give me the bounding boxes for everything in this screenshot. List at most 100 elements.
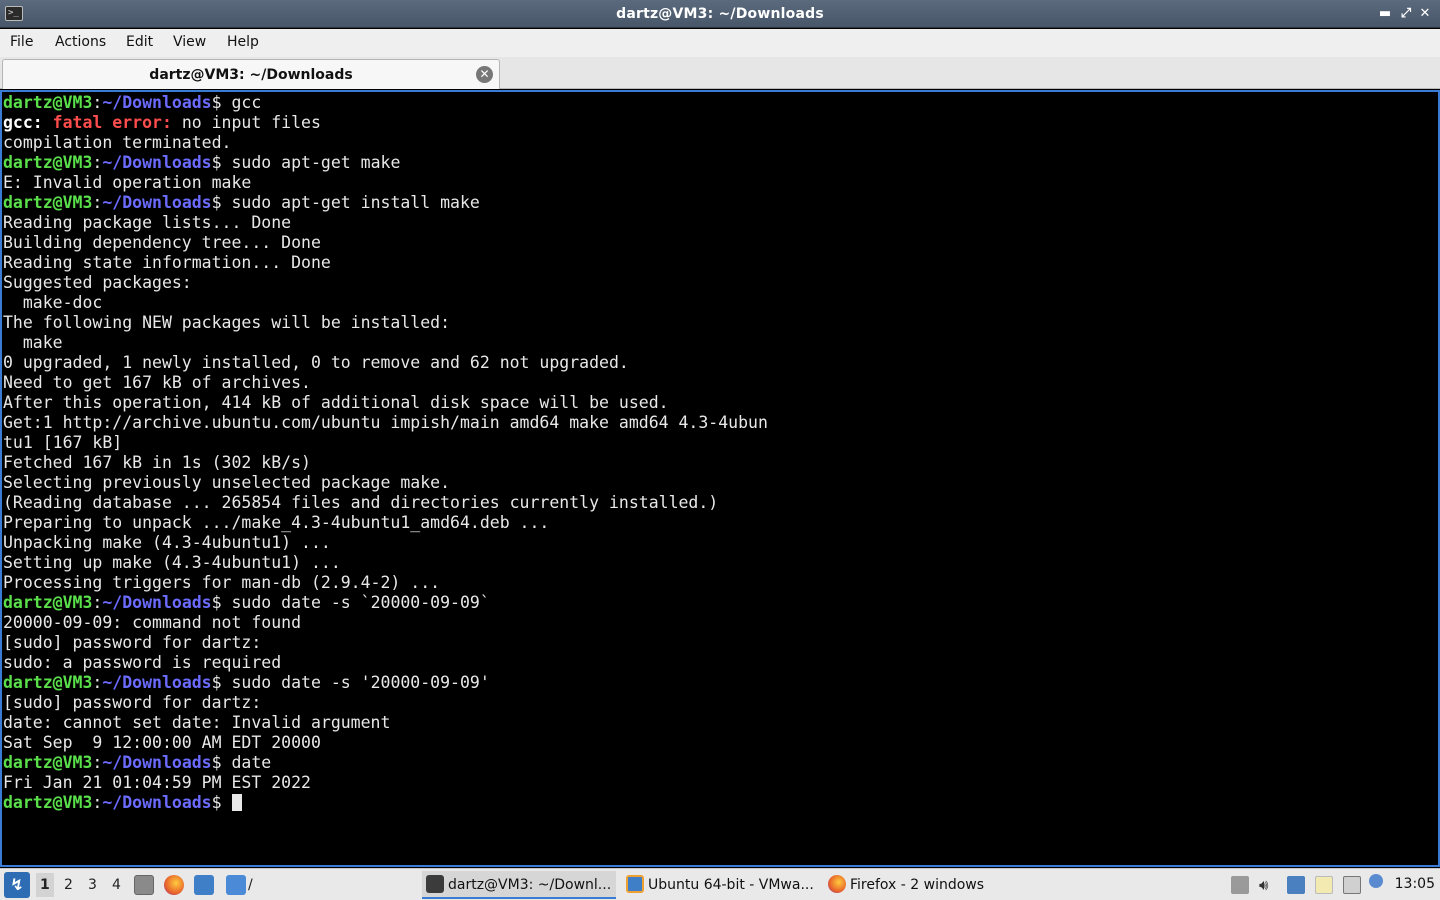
terminal-line: make-doc	[3, 293, 103, 312]
prompt-colon: :	[92, 793, 103, 812]
terminal-task-icon	[426, 875, 444, 893]
command-text	[222, 793, 232, 812]
terminal-line: sudo: a password is required	[3, 653, 282, 672]
terminal-line: E: Invalid operation make	[3, 173, 252, 192]
maximize-button[interactable]: ⤢	[1397, 4, 1415, 24]
volume-icon[interactable]: 🔊︎	[1259, 876, 1277, 894]
minimize-button[interactable]: ▬	[1376, 4, 1394, 24]
menu-help[interactable]: Help	[227, 34, 259, 50]
menu-actions[interactable]: Actions	[55, 34, 106, 50]
terminal-line: Preparing to unpack .../make_4.3-4ubuntu…	[3, 513, 550, 532]
prompt-path: ~/Downloads	[102, 93, 212, 112]
terminal-line: dartz@VM3:~/Downloads$ sudo apt-get inst…	[3, 193, 1438, 213]
terminal-line: Unpacking make (4.3-4ubuntu1) ...	[3, 533, 331, 552]
task-firefox[interactable]: Firefox - 2 windows	[826, 871, 996, 899]
error-message: no input files	[171, 113, 321, 132]
text-cursor	[231, 794, 242, 811]
terminal-line: dartz@VM3:~/Downloads$ sudo date -s `200…	[3, 593, 1438, 613]
command-text: sudo apt-get make	[221, 153, 401, 172]
prompt-path: ~/Downloads	[102, 593, 212, 612]
terminal-line: dartz@VM3:~/Downloads$	[3, 793, 1438, 813]
tab-terminal[interactable]: dartz@VM3: ~/Downloads ✕	[2, 59, 500, 89]
prompt-dollar: $	[211, 93, 222, 112]
error-source: gcc:	[3, 113, 43, 132]
close-button[interactable]: ✕	[1416, 4, 1434, 24]
workspace-4[interactable]: 4	[112, 877, 121, 893]
terminal-line: Selecting previously unselected package …	[3, 473, 451, 492]
workspace-2[interactable]: 2	[64, 877, 73, 893]
prompt-dollar: $	[211, 793, 222, 812]
terminal-line: The following NEW packages will be insta…	[3, 313, 451, 332]
terminal-line: Sat Sep 9 12:00:00 AM EDT 20000	[3, 733, 321, 752]
terminal-line: Suggested packages:	[3, 273, 192, 292]
menu-file[interactable]: File	[10, 34, 33, 50]
terminal-line: dartz@VM3:~/Downloads$ gcc	[3, 93, 1438, 113]
network-icon[interactable]	[1287, 876, 1305, 894]
prompt-dollar: $	[211, 153, 222, 172]
prompt-colon: :	[92, 153, 103, 172]
folder-icon[interactable]	[226, 875, 246, 895]
eject-icon[interactable]	[1231, 876, 1249, 894]
terminal-line: make	[3, 333, 63, 352]
menu-view[interactable]: View	[173, 34, 206, 50]
terminal-line: compilation terminated.	[3, 133, 232, 152]
terminal-line: (Reading database ... 265854 files and d…	[3, 493, 719, 512]
prompt-path: ~/Downloads	[102, 153, 212, 172]
prompt-colon: :	[92, 193, 103, 212]
terminal-line: Fri Jan 21 01:04:59 PM EST 2022	[3, 773, 311, 792]
command-text: sudo date -s `20000-09-09`	[221, 593, 490, 612]
taskbar: ↯ 1 2 3 4 / dartz@VM3: ~/Downl... Ubuntu…	[0, 868, 1440, 900]
task-terminal[interactable]: dartz@VM3: ~/Downl...	[422, 871, 616, 899]
prompt-colon: :	[92, 93, 103, 112]
clock: 13:05	[1394, 876, 1435, 892]
prompt-user: dartz@VM3	[3, 753, 93, 772]
command-text: sudo apt-get install make	[221, 193, 480, 212]
terminal-line: Processing triggers for man-db (2.9.4-2)…	[3, 573, 441, 592]
terminal-line: Reading state information... Done	[3, 253, 331, 272]
battery-icon[interactable]	[1343, 876, 1361, 894]
terminal-line: Reading package lists... Done	[3, 213, 292, 232]
file-manager-icon[interactable]	[134, 875, 154, 895]
prompt-path: ~/Downloads	[102, 753, 212, 772]
prompt-user: dartz@VM3	[3, 673, 93, 692]
terminal-line: dartz@VM3:~/Downloads$ sudo date -s '200…	[3, 673, 1438, 693]
clipboard-icon[interactable]	[1315, 876, 1333, 894]
terminal-line: dartz@VM3:~/Downloads$ sudo apt-get make	[3, 153, 1438, 173]
terminal-line: tu1 [167 kB]	[3, 433, 123, 452]
menu-bar: File Actions Edit View Help	[0, 29, 1440, 57]
terminal-line: Fetched 167 kB in 1s (302 kB/s)	[3, 453, 311, 472]
terminal-line: Setting up make (4.3-4ubuntu1) ...	[3, 553, 341, 572]
task-firefox-label: Firefox - 2 windows	[850, 877, 985, 893]
terminal-line: Get:1 http://archive.ubuntu.com/ubuntu i…	[3, 413, 768, 432]
prompt-dollar: $	[211, 593, 222, 612]
prompt-dollar: $	[211, 753, 222, 772]
notification-icon[interactable]	[1369, 874, 1383, 888]
prompt-path: ~/Downloads	[102, 193, 212, 212]
terminal-line: Building dependency tree... Done	[3, 233, 321, 252]
firefox-icon[interactable]	[164, 875, 184, 895]
desktop-icon[interactable]	[194, 875, 214, 895]
terminal-line: gcc: fatal error: no input files	[3, 113, 1438, 133]
task-vmware-label: Ubuntu 64-bit - VMwa...	[648, 877, 814, 893]
terminal-line: 0 upgraded, 1 newly installed, 0 to remo…	[3, 353, 629, 372]
task-vmware[interactable]: Ubuntu 64-bit - VMwa...	[624, 871, 822, 899]
prompt-path: ~/Downloads	[102, 673, 212, 692]
terminal-output[interactable]: dartz@VM3:~/Downloads$ gcc gcc: fatal err…	[0, 90, 1440, 867]
vmware-task-icon	[626, 875, 644, 893]
folder-path-label: /	[248, 877, 253, 893]
firefox-task-icon	[828, 875, 846, 893]
start-menu-icon[interactable]: ↯	[4, 872, 30, 898]
prompt-colon: :	[92, 673, 103, 692]
workspace-1[interactable]: 1	[36, 873, 54, 897]
workspace-3[interactable]: 3	[88, 877, 97, 893]
prompt-user: dartz@VM3	[3, 153, 93, 172]
terminal-line: date: cannot set date: Invalid argument	[3, 713, 391, 732]
prompt-dollar: $	[211, 673, 222, 692]
terminal-line: [sudo] password for dartz:	[3, 633, 262, 652]
terminal-line: dartz@VM3:~/Downloads$ date	[3, 753, 1438, 773]
window-titlebar[interactable]: >_ dartz@VM3: ~/Downloads ▬ ⤢ ✕	[0, 0, 1440, 28]
terminal-line: Need to get 167 kB of archives.	[3, 373, 311, 392]
menu-edit[interactable]: Edit	[126, 34, 153, 50]
prompt-colon: :	[92, 753, 103, 772]
tab-close-icon[interactable]: ✕	[476, 66, 493, 83]
